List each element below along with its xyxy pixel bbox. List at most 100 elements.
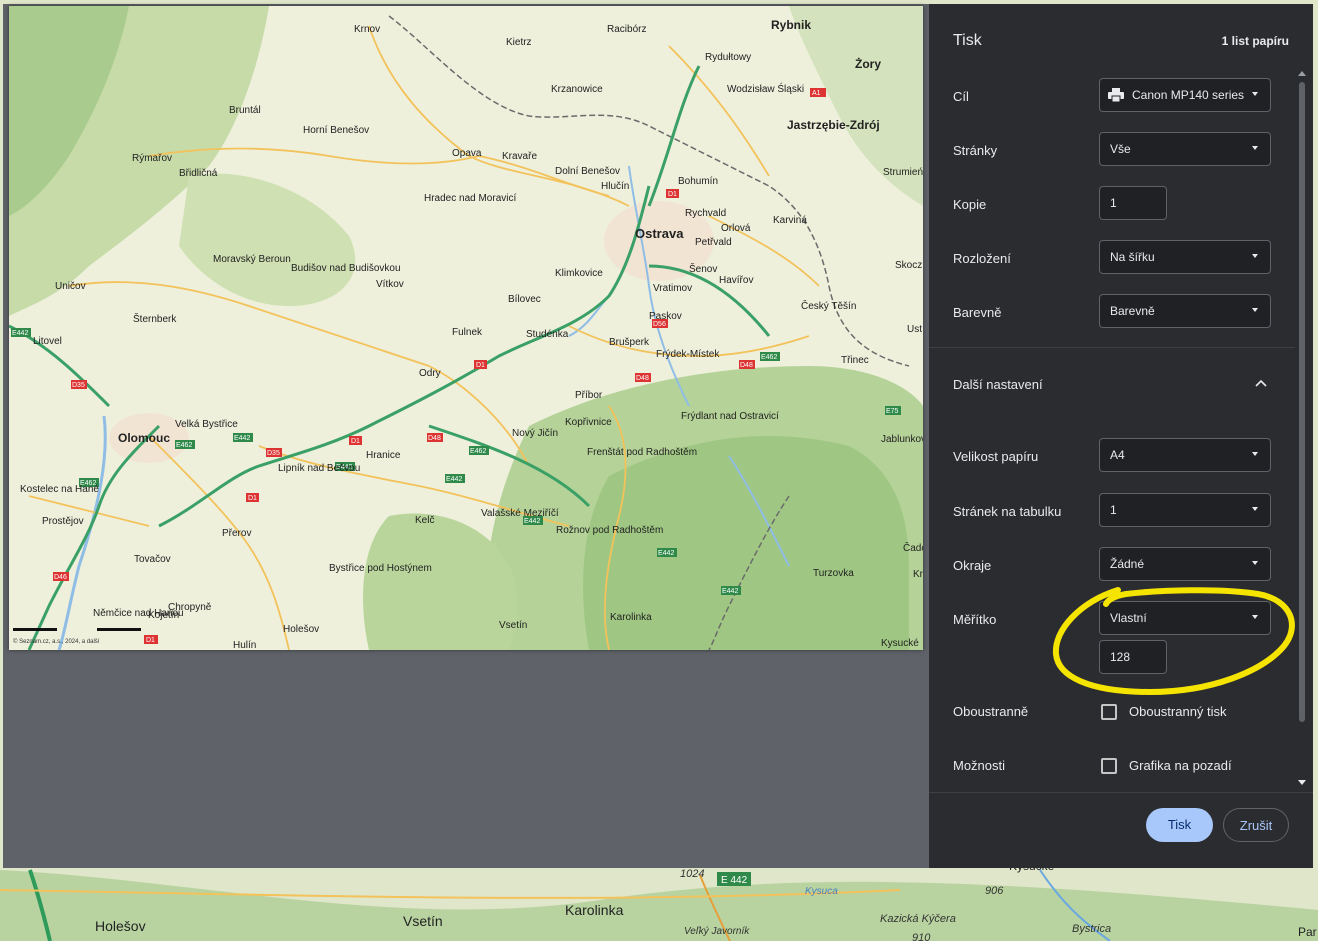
scroll-down-icon[interactable] [1298,780,1306,786]
place-frydlant: Frýdlant nad Ostravicí [681,411,779,422]
color-select[interactable]: Barevně [1099,294,1271,328]
bg-height-910: 910 [912,932,931,941]
shield-d48-b: D48 [636,375,649,382]
place-velka-bystrice: Velká Bystřice [175,419,238,430]
shield-e442-e: E442 [524,518,540,525]
paper-size-select[interactable]: A4 [1099,438,1271,472]
place-ustron: Ust [907,324,922,335]
margins-select[interactable]: Žádné [1099,547,1271,581]
chevron-up-icon[interactable] [1255,379,1267,387]
place-frydek: Frýdek-Místek [656,349,720,360]
shield-e442-f: E442 [658,550,674,557]
place-kysucke: Kysucké [881,638,919,649]
print-button[interactable]: Tisk [1146,808,1213,842]
shield-e462-b: E462 [176,442,192,449]
place-bohumin: Bohumín [678,176,718,187]
destination-select[interactable]: Canon MP140 series [1099,78,1271,112]
duplex-checkbox-label[interactable]: Oboustranný tisk [1129,704,1227,719]
place-orlova: Orlová [721,223,751,234]
paper-size-label: Velikost papíru [953,449,1039,464]
place-valasske: Valašské Meziříčí [481,508,559,519]
place-novy-jicin: Nový Jičín [512,428,558,439]
place-budisov: Budišov nad Budišovkou [291,263,401,274]
bg-river-kysuca: Kysuca [805,886,838,897]
shield-e462-c: E462 [470,448,486,455]
scale-value: Vlastní [1110,611,1147,625]
scroll-up-icon[interactable] [1298,70,1306,76]
print-settings-panel: Tisk 1 list papíru Cíl Canon MP140 serie… [929,4,1313,868]
pages-per-sheet-label: Stránek na tabulku [953,504,1062,519]
place-trinec: Třinec [841,355,869,366]
place-cesky-tesin: Český Těšín [801,299,856,312]
place-fulnek: Fulnek [452,327,483,338]
chevron-down-icon [1252,561,1258,565]
pages-label: Stránky [953,143,998,158]
map-preview: D1 D1 D1 D1 D1 D35 D35 D46 D48 D48 D48 D… [9,6,923,650]
destination-value: Canon MP140 series [1132,88,1245,102]
print-dialog: D1 D1 D1 D1 D1 D35 D35 D46 D48 D48 D48 D… [3,4,1313,868]
section-divider [929,347,1299,348]
place-kravare: Kravaře [502,151,537,162]
place-klimkovice: Klimkovice [555,268,603,279]
place-rychvald: Rychvald [685,208,726,219]
layout-value: Na šířku [1110,250,1155,264]
place-rybnik: Rybnik [771,18,811,32]
place-karolinka: Karolinka [610,612,652,623]
place-krzanowice: Krzanowice [551,84,603,95]
chevron-down-icon [1252,507,1258,511]
place-ostrava: Ostrava [635,226,684,241]
printer-icon [1108,88,1124,102]
destination-label: Cíl [953,89,969,104]
place-senov: Šenov [689,262,717,275]
background-graphics-label[interactable]: Grafika na pozadí [1129,758,1232,773]
place-moravsky-beroun: Moravský Beroun [213,254,291,265]
color-label: Barevně [953,305,1002,320]
place-vratimov: Vratimov [653,283,692,294]
pages-select[interactable]: Vše [1099,132,1271,166]
layout-select[interactable]: Na šířku [1099,240,1271,274]
place-bilovec: Bílovec [508,294,541,305]
place-bystrice-hostynem: Bystřice pod Hostýnem [329,563,432,574]
place-havirov: Havířov [719,275,753,286]
place-roznov: Rožnov pod Radhoštěm [556,525,663,536]
shield-e442-b: E442 [234,435,250,442]
place-cadca: Čadc [903,541,923,554]
place-krasna: Kr [913,569,923,580]
place-jastrzebie: Jastrzębie-Zdrój [787,118,880,132]
place-jablunkov: Jablunkov [881,434,923,445]
pages-per-sheet-select[interactable]: 1 [1099,493,1271,527]
place-litovel: Litovel [33,336,62,347]
more-settings-toggle[interactable]: Další nastavení [953,377,1043,392]
scale-custom-input[interactable]: 128 [1099,640,1167,674]
place-opava: Opava [452,148,482,159]
bg-place-karolinka: Karolinka [565,902,624,918]
place-vsetin: Vsetín [499,620,527,631]
cancel-button[interactable]: Zrušit [1223,808,1289,842]
shield-a1: A1 [812,90,821,97]
place-studenka: Studénka [526,329,569,340]
scale-select[interactable]: Vlastní [1099,601,1271,635]
duplex-checkbox[interactable] [1101,704,1117,720]
shield-e442-g: E442 [722,588,738,595]
preview-page: D1 D1 D1 D1 D1 D35 D35 D46 D48 D48 D48 D… [9,6,923,650]
shield-d48-a: D48 [428,435,441,442]
scale-label: Měřítko [953,612,997,627]
place-koprivnice: Kopřivnice [565,417,612,428]
margins-value: Žádné [1110,557,1145,571]
background-graphics-checkbox[interactable] [1101,758,1117,774]
place-hulin: Hulín [233,640,256,650]
place-sternberk: Šternberk [133,312,177,325]
place-kojetin: Kojetín [148,610,179,621]
place-turzovka: Turzovka [813,568,854,579]
shield-d1-e: D1 [146,637,155,644]
place-olomouc: Olomouc [118,431,170,445]
place-bruntal: Bruntál [229,105,261,116]
place-bridlicna: Břidličná [179,168,218,179]
scrollbar-thumb[interactable] [1299,82,1305,722]
copies-label: Kopie [953,197,987,212]
shield-e75: E75 [886,408,899,415]
place-strumien: Strumień [883,167,923,178]
copies-input[interactable]: 1 [1099,186,1167,220]
shield-e462-a: E462 [761,354,777,361]
shield-d46: D46 [54,574,67,581]
